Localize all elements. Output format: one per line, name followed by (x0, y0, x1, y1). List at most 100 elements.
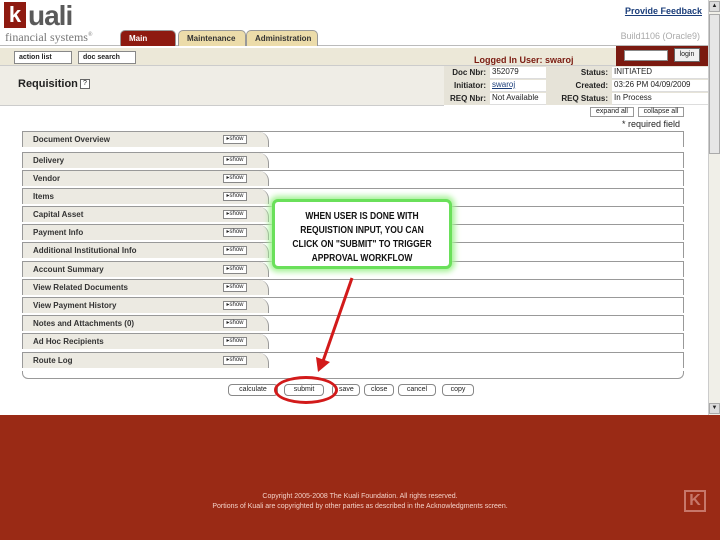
section-label: Vendor (33, 174, 61, 183)
section-row: Route Log ▸show (22, 352, 684, 368)
action-list-button[interactable]: action list (14, 51, 72, 64)
section-show-button[interactable]: ▸show (223, 135, 247, 144)
section-show-button[interactable]: ▸show (223, 210, 247, 219)
show-label: show (229, 247, 244, 253)
section-show-button[interactable]: ▸show (223, 265, 247, 274)
page-title: Requisition (18, 78, 78, 90)
vertical-scrollbar[interactable]: ▲ ▼ (708, 0, 720, 415)
section-show-button[interactable]: ▸show (223, 192, 247, 201)
section-row: View Related Documents ▸show (22, 279, 684, 295)
logged-in-user: Logged In User: swaroj (474, 55, 574, 65)
show-label: show (229, 229, 244, 235)
app-header: k uali financial systems® Provide Feedba… (0, 0, 708, 59)
show-label: show (229, 266, 244, 272)
submit-highlight-circle (274, 376, 338, 404)
login-button[interactable]: login (674, 48, 700, 62)
section-show-button[interactable]: ▸show (223, 156, 247, 165)
req-nbr-value: Not Available (490, 93, 546, 105)
section-show-button[interactable]: ▸show (223, 283, 247, 292)
req-status-value: In Process (612, 93, 708, 105)
close-button[interactable]: close (364, 384, 394, 396)
section-tab: Ad Hoc Recipients ▸show (23, 334, 269, 349)
section-tab: Items ▸show (23, 189, 269, 204)
show-label: show (229, 284, 244, 290)
section-show-button[interactable]: ▸show (223, 319, 247, 328)
show-label: show (229, 302, 244, 308)
section-label: Additional Institutional Info (33, 246, 137, 255)
doc-search-button[interactable]: doc search (78, 51, 136, 64)
login-input[interactable] (624, 50, 668, 61)
copy-button[interactable]: copy (442, 384, 474, 396)
req-nbr-label: REQ Nbr: (450, 94, 486, 103)
section-show-button[interactable]: ▸show (223, 301, 247, 310)
section-tab: Payment Info ▸show (23, 225, 269, 240)
section-show-button[interactable]: ▸show (223, 174, 247, 183)
cancel-button[interactable]: cancel (398, 384, 436, 396)
provide-feedback-link[interactable]: Provide Feedback (625, 6, 702, 16)
section-label: View Payment History (33, 301, 117, 310)
show-label: show (229, 357, 244, 363)
tab-administration[interactable]: Administration (246, 30, 318, 46)
show-label: show (229, 193, 244, 199)
kuali-logo-tagline: financial systems® (5, 30, 93, 45)
section-tab: Capital Asset ▸show (23, 207, 269, 222)
section-label: Route Log (33, 356, 73, 365)
section-label: Ad Hoc Recipients (33, 337, 104, 346)
section-label: Account Summary (33, 265, 104, 274)
doc-nbr-label: Doc Nbr: (452, 68, 486, 77)
section-tab: Document Overview ▸show (23, 132, 269, 147)
req-status-label: REQ Status: (561, 94, 608, 103)
section-label: Payment Info (33, 228, 84, 237)
kuali-footer-logo: K (684, 490, 706, 512)
section-row: View Payment History ▸show (22, 297, 684, 313)
build-info: Build1106 (Oracle9) (620, 31, 700, 41)
section-show-button[interactable]: ▸show (223, 246, 247, 255)
section-tab: Vendor ▸show (23, 171, 269, 186)
trademark-mark: ® (87, 32, 93, 38)
required-field-note: * required field (622, 119, 681, 129)
section-label: Document Overview (33, 135, 110, 144)
document-title-bar: Requisition ? (0, 66, 444, 106)
scroll-down-icon[interactable]: ▼ (709, 403, 720, 414)
section-tab: Delivery ▸show (23, 153, 269, 168)
section-label: Items (33, 192, 54, 201)
collapse-all-button[interactable]: collapse all (638, 107, 684, 117)
section-show-button[interactable]: ▸show (223, 228, 247, 237)
initiator-link[interactable]: swaroj (490, 80, 546, 92)
show-label: show (229, 175, 244, 181)
tab-maintenance[interactable]: Maintenance (178, 30, 246, 46)
show-label: show (229, 338, 244, 344)
show-label: show (229, 157, 244, 163)
section-tab: Route Log ▸show (23, 353, 269, 368)
section-show-button[interactable]: ▸show (223, 337, 247, 346)
section-tab: Account Summary ▸show (23, 262, 269, 277)
section-tab: Additional Institutional Info ▸show (23, 243, 269, 258)
section-tab: View Payment History ▸show (23, 298, 269, 313)
section-row: Vendor ▸show (22, 170, 684, 186)
status-label: Status: (580, 68, 608, 77)
section-label: View Related Documents (33, 283, 128, 292)
scroll-thumb[interactable] (709, 14, 720, 154)
help-icon[interactable]: ? (80, 79, 90, 89)
show-label: show (229, 211, 244, 217)
section-show-button[interactable]: ▸show (223, 356, 247, 365)
copyright-text: Copyright 2005-2008 The Kuali Foundation… (262, 493, 458, 500)
tab-main-menu[interactable]: Main Menu (120, 30, 176, 59)
document-header-info: Doc Nbr: 352079 Status: INITIATED Initia… (444, 66, 708, 106)
expand-all-button[interactable]: expand all (590, 107, 634, 117)
section-row: Notes and Attachments (0) ▸show (22, 315, 684, 331)
status-value: INITIATED (612, 67, 708, 79)
section-label: Delivery (33, 156, 65, 165)
logo-tagline-text: financial systems (5, 30, 88, 44)
annotation-callout: WHEN USER IS DONE WITH REQUISTION INPUT,… (272, 199, 452, 269)
section-tab: Notes and Attachments (0) ▸show (23, 316, 269, 331)
kuali-logo-word: uali (28, 0, 73, 31)
section-label: Capital Asset (33, 210, 84, 219)
sections-bottom-edge (22, 371, 684, 379)
created-label: Created: (575, 81, 608, 90)
scroll-up-icon[interactable]: ▲ (709, 1, 720, 12)
created-value: 03:26 PM 04/09/2009 (612, 80, 708, 92)
initiator-label: Initiator: (454, 81, 486, 90)
callout-line: CLICK ON "SUBMIT" TO TRIGGER (292, 239, 432, 250)
calculate-button[interactable]: calculate (228, 384, 278, 396)
